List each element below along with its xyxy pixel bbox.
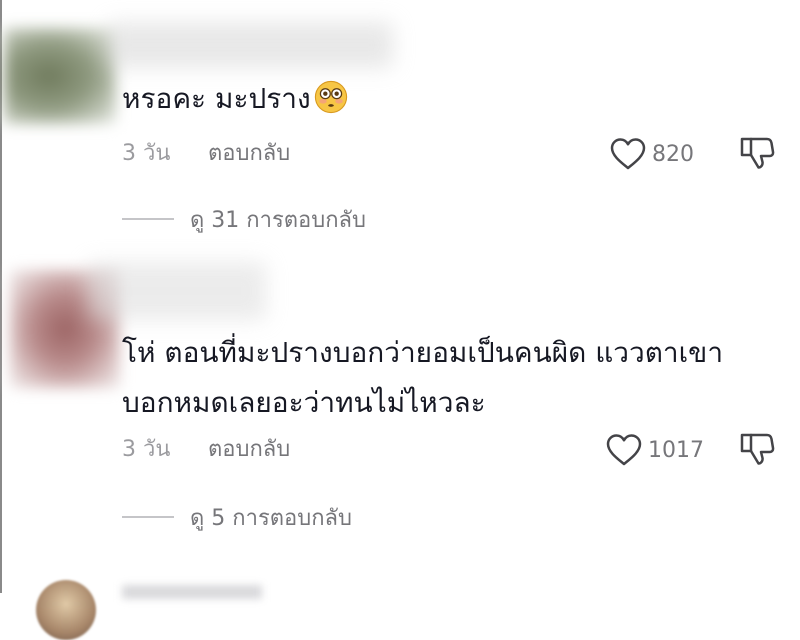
thumbs-down-outline-icon[interactable] xyxy=(738,135,776,171)
view-replies-label: ดู 31 การตอบกลับ xyxy=(190,207,366,233)
thumbs-down-outline-icon[interactable] xyxy=(738,431,776,467)
view-replies-label: ดู 5 การตอบกลับ xyxy=(190,505,352,531)
like-count: 1017 xyxy=(648,437,704,463)
reply-button[interactable]: ตอบกลับ xyxy=(208,137,290,171)
like-count: 820 xyxy=(652,141,694,167)
comment-text: หรอคะ มะปราง xyxy=(122,74,348,124)
view-replies-button[interactable]: ดู 5 การตอบกลับ xyxy=(122,500,352,534)
like-button[interactable]: 820 xyxy=(609,137,694,171)
username-blurred[interactable] xyxy=(88,262,266,320)
comment-meta: 3 วัน ตอบกลับ xyxy=(122,137,322,171)
comment-timestamp: 3 วัน xyxy=(122,141,171,166)
avatar[interactable] xyxy=(36,580,96,640)
heart-outline-icon xyxy=(605,433,643,467)
comment-text: โห่ ตอนที่มะปรางบอกว่ายอมเป็นคนผิด แววตา… xyxy=(122,328,723,428)
avatar[interactable] xyxy=(4,28,116,124)
comment-text-content: หรอคะ มะปราง xyxy=(122,82,311,115)
heart-outline-icon xyxy=(609,137,647,171)
username-blurred[interactable] xyxy=(122,585,262,599)
replies-divider xyxy=(122,516,174,518)
reply-button[interactable]: ตอบกลับ xyxy=(208,433,290,467)
like-button[interactable]: 1017 xyxy=(605,433,704,467)
comment-text-line: โห่ ตอนที่มะปรางบอกว่ายอมเป็นคนผิด แววตา… xyxy=(122,336,724,369)
window-border xyxy=(0,0,2,593)
username-blurred[interactable] xyxy=(108,22,393,68)
comment-timestamp: 3 วัน xyxy=(122,437,171,462)
replies-divider xyxy=(122,218,174,220)
flushed-face-emoji xyxy=(314,80,347,114)
comment-meta: 3 วัน ตอบกลับ xyxy=(122,433,322,467)
comment-text-line: บอกหมดเลยอะว่าทนไม่ไหวละ xyxy=(122,386,486,419)
view-replies-button[interactable]: ดู 31 การตอบกลับ xyxy=(122,202,366,236)
